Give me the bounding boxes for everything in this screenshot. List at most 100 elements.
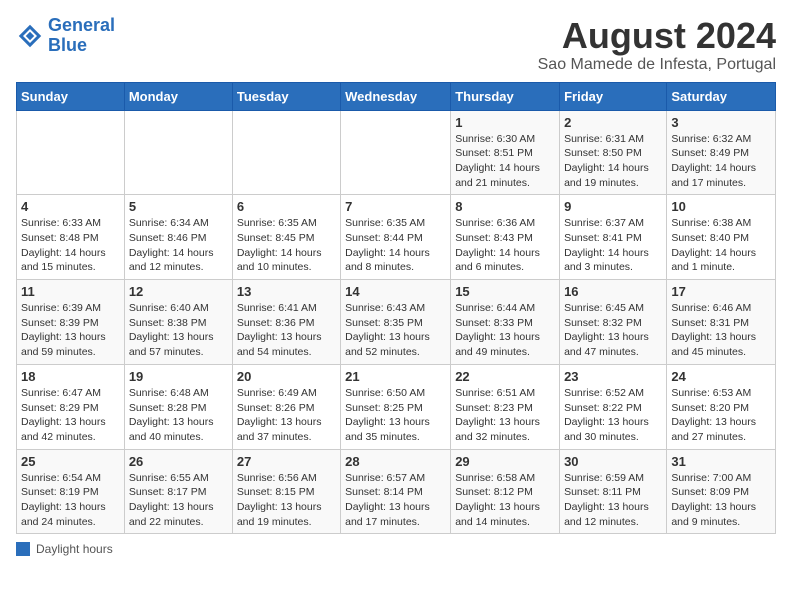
legend-box [16, 542, 30, 556]
day-cell: 26 Sunrise: 6:55 AM Sunset: 8:17 PM Dayli… [124, 449, 232, 534]
day-number: 26 [129, 454, 228, 469]
day-info: Sunrise: 6:53 AM Sunset: 8:20 PM Dayligh… [671, 386, 771, 445]
column-header-saturday: Saturday [667, 82, 776, 110]
day-info: Sunrise: 6:46 AM Sunset: 8:31 PM Dayligh… [671, 301, 771, 360]
day-number: 17 [671, 284, 771, 299]
day-number: 8 [455, 199, 555, 214]
column-header-tuesday: Tuesday [232, 82, 340, 110]
day-cell: 8Sunrise: 6:36 AM Sunset: 8:43 PM Daylig… [451, 195, 560, 280]
day-cell: 6 Sunrise: 6:35 AM Sunset: 8:45 PM Daylig… [232, 195, 340, 280]
day-cell: 4 Sunrise: 6:33 AM Sunset: 8:48 PM Daylig… [17, 195, 125, 280]
day-cell: 21Sunrise: 6:50 AM Sunset: 8:25 PM Dayli… [341, 364, 451, 449]
day-cell: 30 Sunrise: 6:59 AM Sunset: 8:11 PM Dayli… [560, 449, 667, 534]
logo-line2: Blue [48, 36, 115, 56]
column-header-thursday: Thursday [451, 82, 560, 110]
day-number: 28 [345, 454, 446, 469]
week-row-0: 1Sunrise: 6:30 AM Sunset: 8:51 PM Daylig… [17, 110, 776, 195]
day-info: Sunrise: 6:32 AM Sunset: 8:49 PM Dayligh… [671, 132, 771, 191]
day-info: Sunrise: 6:39 AM Sunset: 8:39 PM Dayligh… [21, 301, 120, 360]
calendar-title: August 2024 [538, 16, 776, 56]
column-header-monday: Monday [124, 82, 232, 110]
day-info: Sunrise: 6:34 AM Sunset: 8:46 PM Dayligh… [129, 216, 228, 275]
day-info: Sunrise: 6:52 AM Sunset: 8:22 PM Dayligh… [564, 386, 662, 445]
calendar-header: SundayMondayTuesdayWednesdayThursdayFrid… [17, 82, 776, 110]
logo-text: General Blue [48, 16, 115, 56]
day-number: 22 [455, 369, 555, 384]
day-cell: 1Sunrise: 6:30 AM Sunset: 8:51 PM Daylig… [451, 110, 560, 195]
day-cell: 11 Sunrise: 6:39 AM Sunset: 8:39 PM Dayli… [17, 280, 125, 365]
day-number: 6 [237, 199, 336, 214]
day-info: Sunrise: 6:35 AM Sunset: 8:44 PM Dayligh… [345, 216, 446, 275]
day-cell: 15Sunrise: 6:44 AM Sunset: 8:33 PM Dayli… [451, 280, 560, 365]
day-info: Sunrise: 6:33 AM Sunset: 8:48 PM Dayligh… [21, 216, 120, 275]
day-info: Sunrise: 6:44 AM Sunset: 8:33 PM Dayligh… [455, 301, 555, 360]
day-cell: 9Sunrise: 6:37 AM Sunset: 8:41 PM Daylig… [560, 195, 667, 280]
day-cell: 18 Sunrise: 6:47 AM Sunset: 8:29 PM Dayli… [17, 364, 125, 449]
day-info: Sunrise: 6:57 AM Sunset: 8:14 PM Dayligh… [345, 471, 446, 530]
column-header-sunday: Sunday [17, 82, 125, 110]
day-cell: 24Sunrise: 6:53 AM Sunset: 8:20 PM Dayli… [667, 364, 776, 449]
day-info: Sunrise: 6:47 AM Sunset: 8:29 PM Dayligh… [21, 386, 120, 445]
day-number: 20 [237, 369, 336, 384]
day-number: 27 [237, 454, 336, 469]
day-number: 11 [21, 284, 120, 299]
week-row-2: 11 Sunrise: 6:39 AM Sunset: 8:39 PM Dayli… [17, 280, 776, 365]
header: General Blue August 2024 Sao Mamede de I… [16, 16, 776, 74]
day-number: 21 [345, 369, 446, 384]
day-cell [124, 110, 232, 195]
day-cell: 25Sunrise: 6:54 AM Sunset: 8:19 PM Dayli… [17, 449, 125, 534]
day-info: Sunrise: 6:31 AM Sunset: 8:50 PM Dayligh… [564, 132, 662, 191]
day-cell: 14 Sunrise: 6:43 AM Sunset: 8:35 PM Dayli… [341, 280, 451, 365]
day-number: 30 [564, 454, 662, 469]
day-cell: 20Sunrise: 6:49 AM Sunset: 8:26 PM Dayli… [232, 364, 340, 449]
logo: General Blue [16, 16, 115, 56]
day-info: Sunrise: 6:38 AM Sunset: 8:40 PM Dayligh… [671, 216, 771, 275]
day-number: 14 [345, 284, 446, 299]
day-cell: 27 Sunrise: 6:56 AM Sunset: 8:15 PM Dayli… [232, 449, 340, 534]
day-number: 5 [129, 199, 228, 214]
logo-icon [16, 22, 44, 50]
day-info: Sunrise: 6:40 AM Sunset: 8:38 PM Dayligh… [129, 301, 228, 360]
logo-line1: General [48, 15, 115, 35]
day-cell: 10Sunrise: 6:38 AM Sunset: 8:40 PM Dayli… [667, 195, 776, 280]
day-info: Sunrise: 6:45 AM Sunset: 8:32 PM Dayligh… [564, 301, 662, 360]
day-cell: 22Sunrise: 6:51 AM Sunset: 8:23 PM Dayli… [451, 364, 560, 449]
day-info: Sunrise: 6:54 AM Sunset: 8:19 PM Dayligh… [21, 471, 120, 530]
day-number: 31 [671, 454, 771, 469]
day-info: Sunrise: 6:55 AM Sunset: 8:17 PM Dayligh… [129, 471, 228, 530]
day-cell [17, 110, 125, 195]
day-cell: 12Sunrise: 6:40 AM Sunset: 8:38 PM Dayli… [124, 280, 232, 365]
day-number: 3 [671, 115, 771, 130]
day-cell: 5 Sunrise: 6:34 AM Sunset: 8:46 PM Daylig… [124, 195, 232, 280]
day-info: Sunrise: 6:41 AM Sunset: 8:36 PM Dayligh… [237, 301, 336, 360]
day-info: Sunrise: 7:00 AM Sunset: 8:09 PM Dayligh… [671, 471, 771, 530]
title-area: August 2024 Sao Mamede de Infesta, Portu… [538, 16, 776, 74]
day-cell: 13 Sunrise: 6:41 AM Sunset: 8:36 PM Dayli… [232, 280, 340, 365]
day-info: Sunrise: 6:35 AM Sunset: 8:45 PM Dayligh… [237, 216, 336, 275]
day-info: Sunrise: 6:30 AM Sunset: 8:51 PM Dayligh… [455, 132, 555, 191]
week-row-4: 25Sunrise: 6:54 AM Sunset: 8:19 PM Dayli… [17, 449, 776, 534]
day-info: Sunrise: 6:59 AM Sunset: 8:11 PM Dayligh… [564, 471, 662, 530]
day-info: Sunrise: 6:56 AM Sunset: 8:15 PM Dayligh… [237, 471, 336, 530]
day-number: 29 [455, 454, 555, 469]
day-info: Sunrise: 6:37 AM Sunset: 8:41 PM Dayligh… [564, 216, 662, 275]
week-row-3: 18 Sunrise: 6:47 AM Sunset: 8:29 PM Dayli… [17, 364, 776, 449]
column-header-friday: Friday [560, 82, 667, 110]
day-cell: 16Sunrise: 6:45 AM Sunset: 8:32 PM Dayli… [560, 280, 667, 365]
day-number: 13 [237, 284, 336, 299]
day-cell: 3 Sunrise: 6:32 AM Sunset: 8:49 PM Daylig… [667, 110, 776, 195]
day-number: 4 [21, 199, 120, 214]
day-cell: 28 Sunrise: 6:57 AM Sunset: 8:14 PM Dayli… [341, 449, 451, 534]
day-number: 19 [129, 369, 228, 384]
day-cell: 17 Sunrise: 6:46 AM Sunset: 8:31 PM Dayli… [667, 280, 776, 365]
day-info: Sunrise: 6:43 AM Sunset: 8:35 PM Dayligh… [345, 301, 446, 360]
day-number: 23 [564, 369, 662, 384]
week-row-1: 4 Sunrise: 6:33 AM Sunset: 8:48 PM Daylig… [17, 195, 776, 280]
legend-label: Daylight hours [36, 542, 113, 556]
legend: Daylight hours [16, 542, 776, 556]
column-header-wednesday: Wednesday [341, 82, 451, 110]
day-info: Sunrise: 6:48 AM Sunset: 8:28 PM Dayligh… [129, 386, 228, 445]
day-number: 7 [345, 199, 446, 214]
day-number: 18 [21, 369, 120, 384]
day-cell: 29Sunrise: 6:58 AM Sunset: 8:12 PM Dayli… [451, 449, 560, 534]
